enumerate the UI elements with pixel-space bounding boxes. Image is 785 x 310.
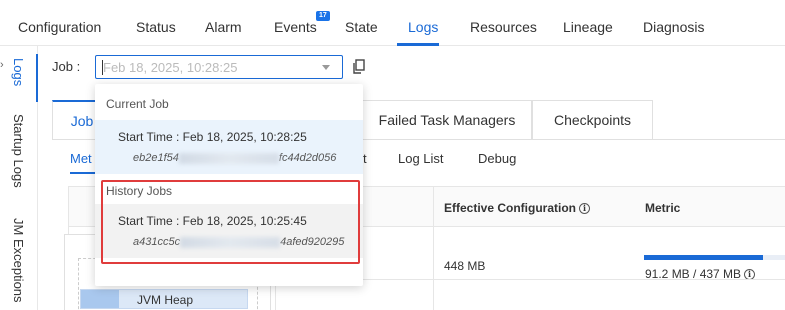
jvm-heap-label: JVM Heap <box>137 293 194 307</box>
current-job-id: eb2e1f54 fc44d2d056 <box>133 152 336 164</box>
job-label: Job : <box>52 59 81 74</box>
tab-logs[interactable]: Logs <box>408 19 438 35</box>
sidebar-active-indicator <box>36 54 38 102</box>
header-metric: Metric <box>645 201 681 215</box>
tab-job-label: Job <box>70 113 94 129</box>
metric-progress-fill <box>644 255 763 260</box>
tab-events[interactable]: Events <box>274 19 317 35</box>
job-select[interactable]: Feb 18, 2025, 10:28:25 <box>95 55 343 79</box>
sidebar-item-startup-logs[interactable]: Startup Logs <box>11 114 26 188</box>
sidebar-item-logs[interactable]: Logs <box>11 58 26 86</box>
jvm-heap-fill <box>81 290 119 308</box>
tab-checkpoints[interactable]: Checkpoints <box>532 100 653 140</box>
tab-status[interactable]: Status <box>136 19 176 35</box>
job-option-current[interactable]: Start Time : Feb 18, 2025, 10:28:25 eb2e… <box>95 120 363 174</box>
current-job-id-prefix: eb2e1f54 <box>133 152 179 164</box>
tab-failed-task-managers[interactable]: Failed Task Managers <box>362 100 532 140</box>
tab-alarm[interactable]: Alarm <box>205 19 242 35</box>
collapse-chevron-icon[interactable]: › <box>0 58 8 72</box>
current-job-id-suffix: fc44d2d056 <box>278 152 337 164</box>
active-tab-indicator <box>397 43 439 46</box>
tab-debug[interactable]: Debug <box>478 151 516 166</box>
tab-state[interactable]: State <box>345 19 378 35</box>
current-job-group-label: Current Job <box>106 97 169 111</box>
tab-lineage[interactable]: Lineage <box>563 19 613 35</box>
log-sidebar: › Logs Startup Logs JM Exceptions <box>0 46 38 310</box>
tab-diagnosis[interactable]: Diagnosis <box>643 19 704 35</box>
tab-checkpoints-label: Checkpoints <box>553 112 632 128</box>
history-highlight-box <box>101 180 360 264</box>
jvm-heap-block: JVM Heap <box>80 289 248 309</box>
sidebar-item-jm-exceptions[interactable]: JM Exceptions <box>11 218 26 303</box>
header-effective-configuration: Effective Configuration i <box>444 201 591 215</box>
header-effective-configuration-label: Effective Configuration <box>444 201 577 215</box>
job-select-value: Feb 18, 2025, 10:28:25 <box>103 60 238 75</box>
effective-config-value: 448 MB <box>444 259 486 273</box>
tab-resources[interactable]: Resources <box>470 19 537 35</box>
metrics-tab-indicator <box>70 172 98 174</box>
info-icon[interactable]: i <box>579 203 591 215</box>
tab-partial[interactable]: t <box>363 151 367 166</box>
column-divider <box>433 187 434 310</box>
metric-progress-bar <box>644 255 785 260</box>
events-count-badge: 17 <box>316 11 330 21</box>
copy-icon[interactable] <box>352 59 366 75</box>
current-job-start-time: Start Time : Feb 18, 2025, 10:28:25 <box>118 130 307 144</box>
tab-configuration[interactable]: Configuration <box>18 19 101 35</box>
tab-failed-task-managers-label: Failed Task Managers <box>378 112 516 128</box>
tab-log-list[interactable]: Log List <box>398 151 444 166</box>
caret-down-icon <box>322 65 330 70</box>
redacted-blur <box>178 152 279 164</box>
tab-metrics[interactable]: Met <box>70 151 92 166</box>
top-navigation: Configuration Status Alarm Events 17 Sta… <box>0 0 785 46</box>
